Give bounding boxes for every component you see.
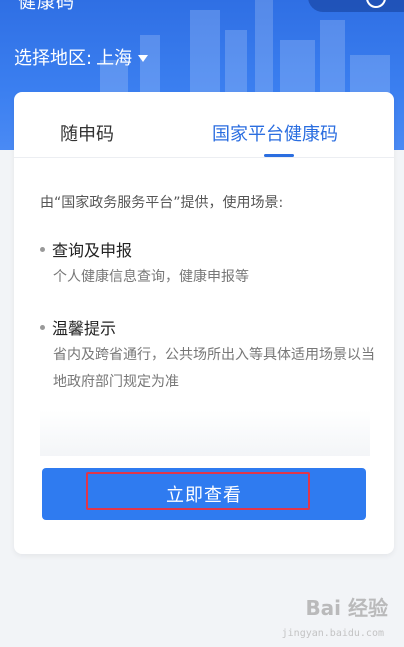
active-tab-indicator	[264, 154, 294, 157]
top-action-capsule[interactable]	[308, 0, 404, 12]
app-title: 健康码	[18, 0, 75, 13]
bullet-icon	[40, 246, 45, 252]
baidu-watermark-url: jingyan.baidu.com	[281, 628, 384, 639]
annotation-highlight-box	[86, 472, 310, 510]
region-selector[interactable]: 选择地区: 上海	[14, 44, 149, 70]
baidu-watermark-logo: Bai 经验	[305, 596, 388, 620]
faded-content-area	[40, 410, 370, 456]
tab-suishen-code[interactable]: 随申码	[60, 120, 114, 146]
section-title-query: 查询及申报	[40, 237, 132, 261]
section-desc-tips: 省内及跨省通行，公共场所出入等具体适用场景以当地政府部门规定为准	[53, 347, 375, 390]
section-title-text: 温馨提示	[52, 319, 117, 338]
section-title-text: 查询及申报	[52, 241, 133, 260]
intro-text: 由“国家政务服务平台”提供，使用场景:	[40, 195, 284, 211]
health-code-card: 随申码 国家平台健康码 由“国家政务服务平台”提供，使用场景: 查询及申报 个人…	[14, 92, 394, 554]
region-value: 上海	[96, 48, 133, 69]
chevron-down-icon	[138, 54, 149, 62]
region-label: 选择地区:	[14, 48, 93, 69]
section-title-tips: 温馨提示	[40, 315, 116, 339]
section-desc-query: 个人健康信息查询，健康申报等	[53, 269, 249, 285]
tab-bar: 随申码 国家平台健康码	[14, 92, 394, 158]
tab-national-health-code[interactable]: 国家平台健康码	[212, 120, 338, 146]
bullet-icon	[40, 324, 45, 330]
